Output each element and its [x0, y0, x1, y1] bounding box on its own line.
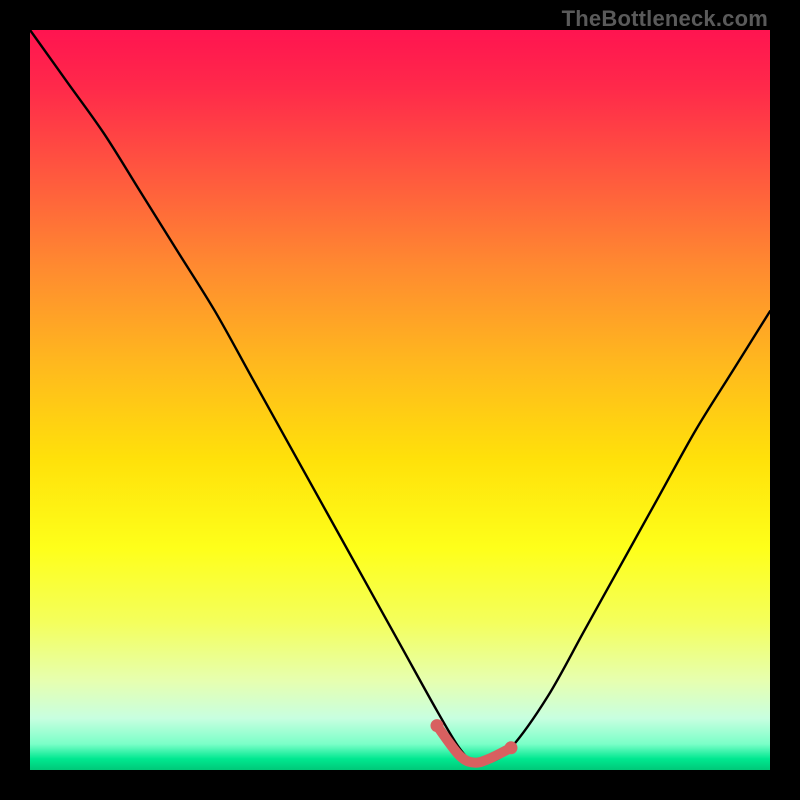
plot-area — [30, 30, 770, 770]
highlight-dot — [431, 719, 444, 732]
bottleneck-curve-thin — [30, 30, 770, 764]
watermark-text: TheBottleneck.com — [562, 6, 768, 32]
chart-svg — [30, 30, 770, 770]
bottleneck-curve — [30, 30, 770, 764]
highlight-dot — [505, 741, 518, 754]
chart-container: TheBottleneck.com — [0, 0, 800, 800]
